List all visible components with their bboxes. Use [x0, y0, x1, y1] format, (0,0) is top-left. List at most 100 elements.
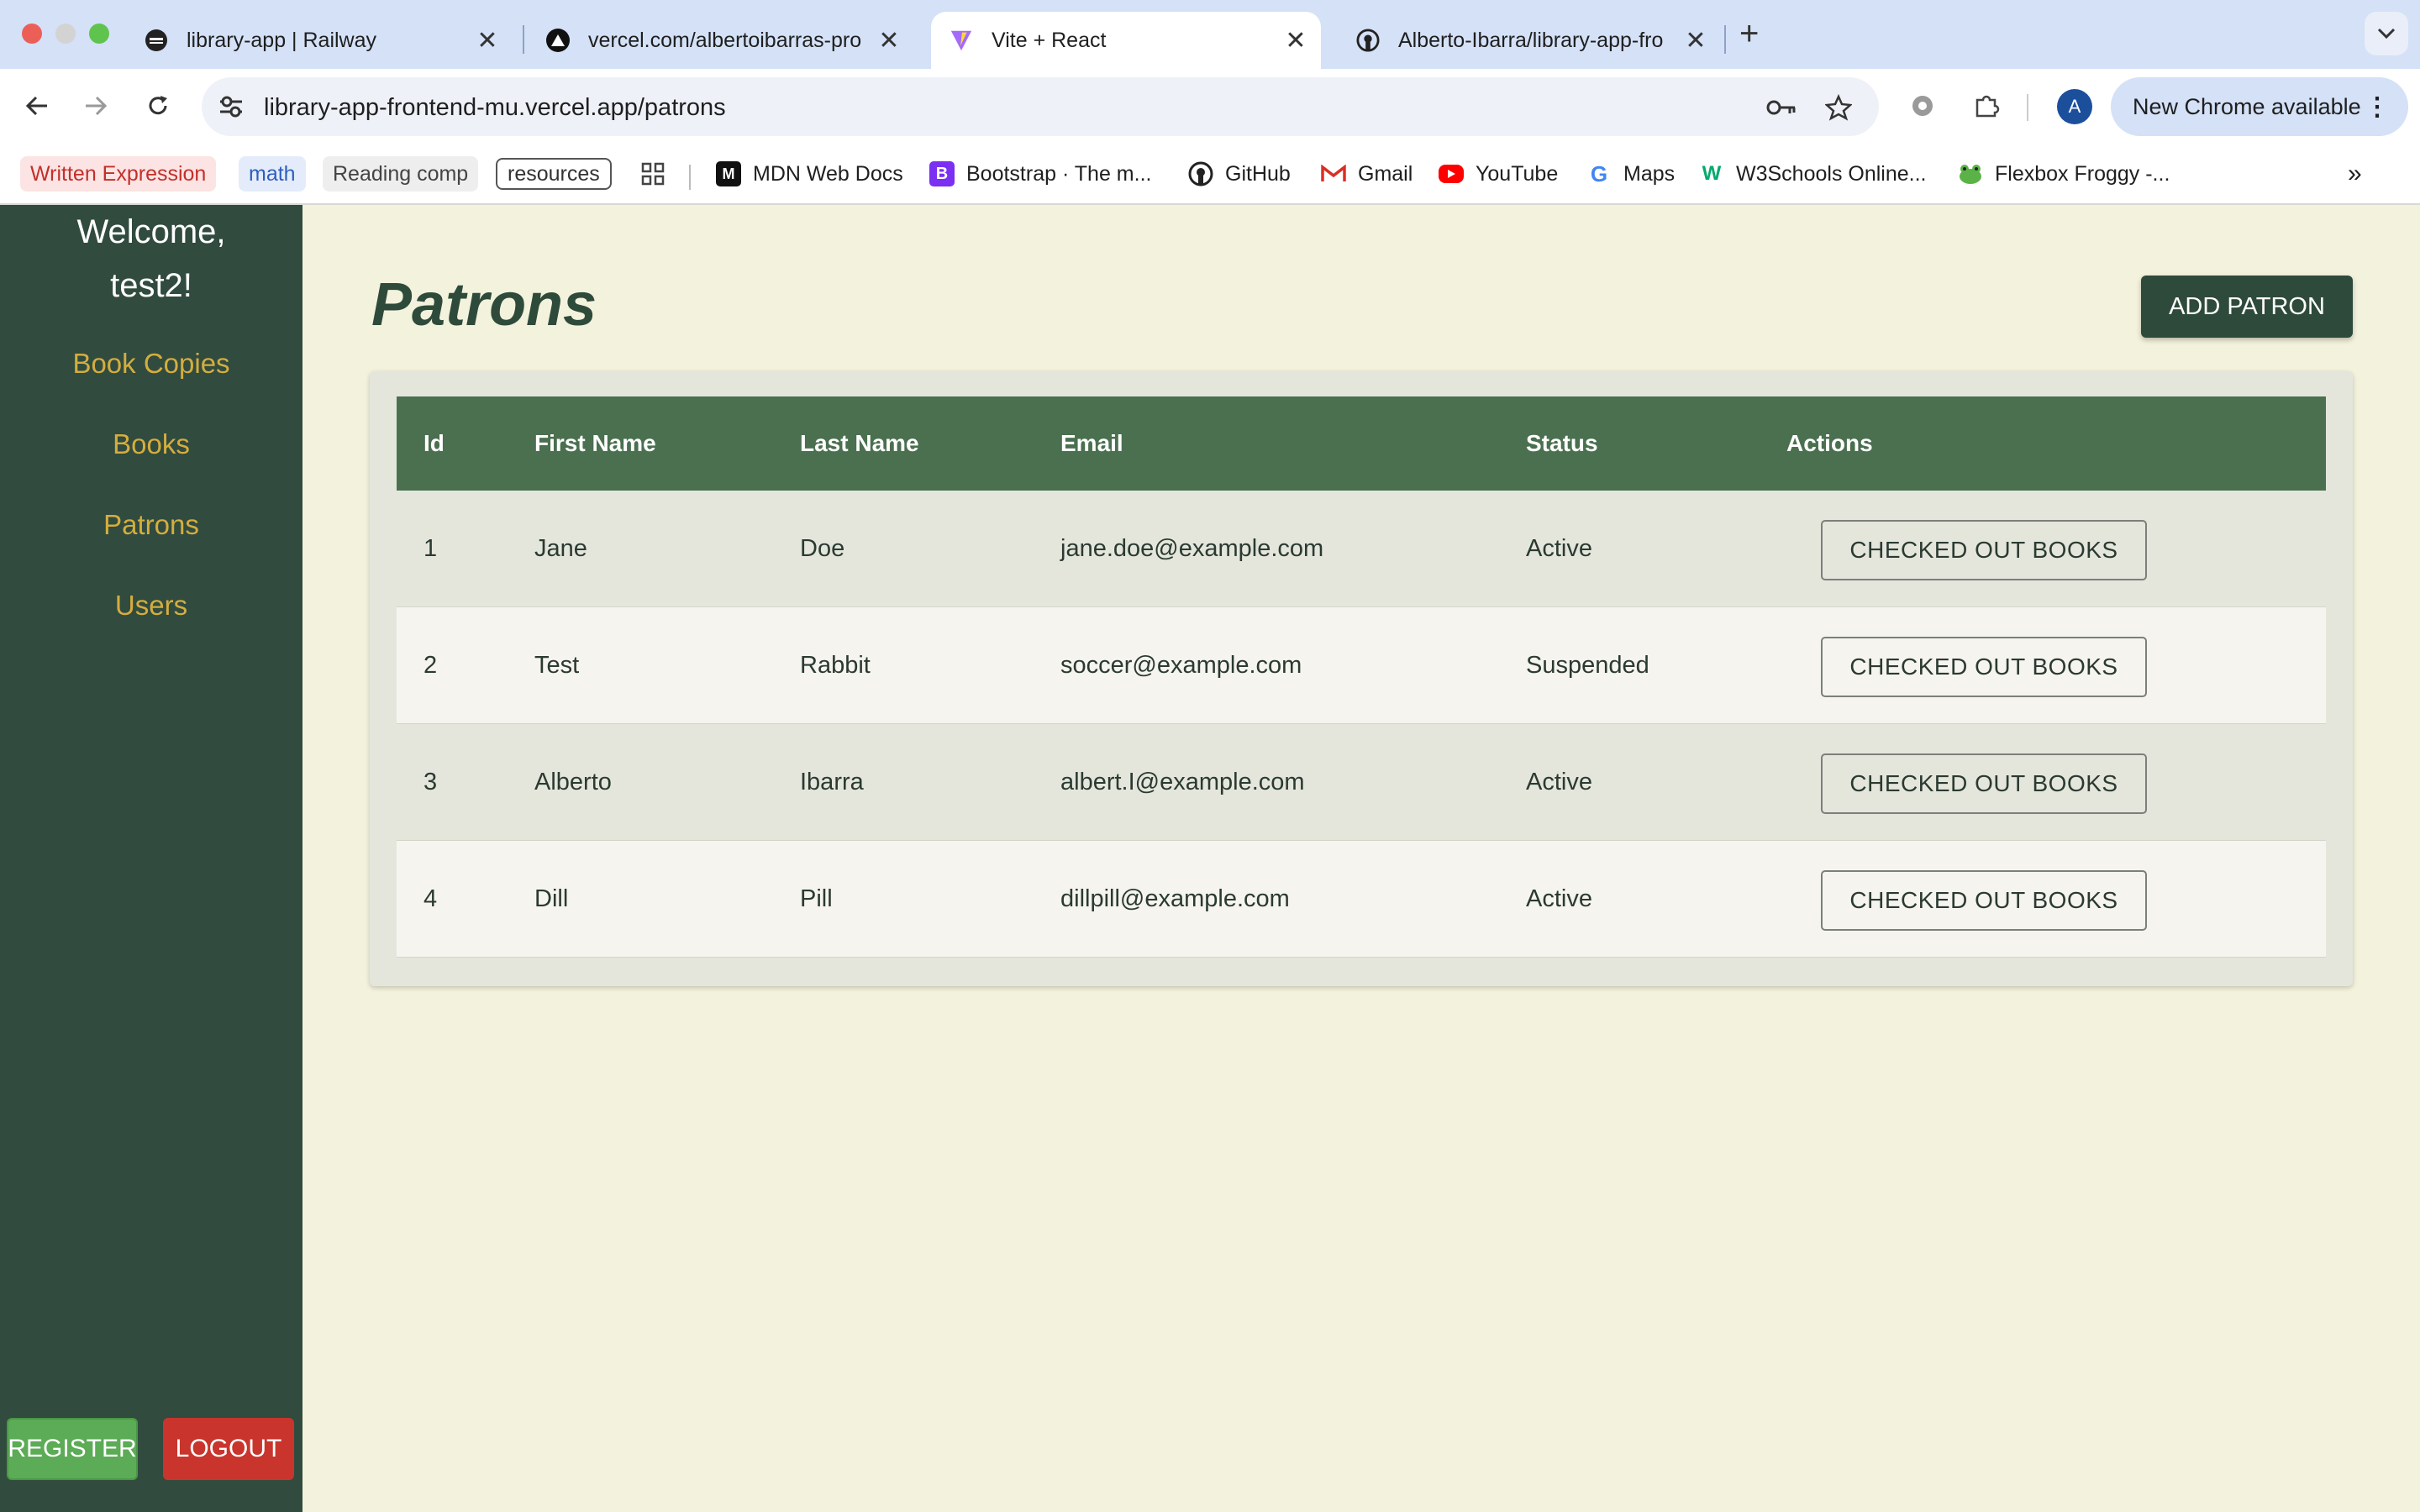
more-bookmarks-chevron-icon[interactable]: »: [2348, 156, 2362, 192]
bookmark-folder-written-expression[interactable]: Written Expression: [20, 156, 217, 192]
browser-tab-railway[interactable]: library-app | Railway ✕: [126, 12, 513, 69]
google-icon: G: [1590, 160, 1608, 186]
bookmark-mdn[interactable]: M MDN Web Docs: [716, 156, 903, 192]
checked-out-books-button[interactable]: CHECKED OUT BOOKS: [1821, 637, 2147, 697]
close-icon[interactable]: ✕: [474, 26, 501, 55]
extensions-puzzle-icon[interactable]: [1968, 87, 2005, 124]
checked-out-books-button[interactable]: CHECKED OUT BOOKS: [1821, 753, 2147, 814]
cell-id: 1: [424, 535, 438, 562]
logout-button[interactable]: LOGOUT: [163, 1418, 294, 1480]
url-host: library-app-frontend-mu.vercel.app: [264, 94, 638, 121]
apps-grid-icon[interactable]: [640, 156, 666, 192]
update-label: New Chrome available: [2133, 93, 2361, 119]
cell-status: Active: [1526, 535, 1592, 562]
cell-email: albert.I@example.com: [1060, 769, 1305, 795]
toolbar-separator: [2027, 94, 2028, 121]
register-button[interactable]: REGISTER: [7, 1418, 138, 1480]
back-arrow-icon[interactable]: [15, 84, 59, 128]
cell-first-name: Alberto: [534, 769, 612, 795]
bookmark-folder-math[interactable]: math: [239, 156, 306, 192]
table-row: 2 Test Rabbit soccer@example.com Suspend…: [397, 607, 2326, 724]
bookmark-flexbox-froggy[interactable]: Flexbox Froggy -...: [1958, 156, 2170, 192]
more-menu-icon[interactable]: ⋮: [2365, 92, 2390, 122]
vite-icon: [950, 29, 973, 52]
browser-tab-github[interactable]: Alberto-Ibarra/library-app-fro ✕: [1338, 12, 1721, 69]
sidebar: Welcome, test2! Book Copies Books Patron…: [0, 205, 302, 1512]
welcome-message: Welcome, test2!: [0, 205, 302, 312]
sidebar-item-users[interactable]: Users: [0, 590, 302, 622]
close-icon[interactable]: ✕: [1682, 26, 1709, 55]
bookmark-bootstrap[interactable]: B Bootstrap · The m...: [929, 156, 1151, 192]
forward-arrow-icon[interactable]: [74, 84, 118, 128]
cell-id: 4: [424, 885, 438, 912]
bookmark-label: Bootstrap · The m...: [966, 161, 1152, 186]
cell-status: Active: [1526, 769, 1592, 795]
browser-toolbar: library-app-frontend-mu.vercel.app/patro…: [0, 69, 2420, 146]
bookmark-w3schools[interactable]: W W3Schools Online...: [1699, 156, 1927, 192]
profile-avatar[interactable]: A: [2057, 89, 2092, 124]
bookmarks-separator: [689, 165, 691, 190]
w3schools-icon: W: [1702, 162, 1722, 185]
cell-first-name: Dill: [534, 885, 569, 912]
bookmark-folder-reading-comp[interactable]: Reading comp: [323, 156, 479, 192]
sidebar-item-book-copies[interactable]: Book Copies: [0, 348, 302, 380]
extension-icon[interactable]: [1904, 87, 1941, 124]
bookmark-label: Flexbox Froggy -...: [1995, 161, 2170, 186]
sidebar-item-patrons[interactable]: Patrons: [0, 509, 302, 541]
close-icon[interactable]: ✕: [876, 26, 902, 55]
welcome-line: Welcome,: [76, 213, 226, 250]
tab-separator: [1724, 25, 1726, 54]
window-minimize-button[interactable]: [55, 24, 76, 44]
cell-id: 2: [424, 652, 438, 679]
close-icon[interactable]: ✕: [1282, 26, 1309, 55]
cell-email: soccer@example.com: [1060, 652, 1302, 679]
new-chrome-available-button[interactable]: New Chrome available ⋮: [2111, 77, 2408, 136]
browser-tab-strip: library-app | Railway ✕ vercel.com/alber…: [0, 0, 2420, 69]
bookmarks-bar: Written Expression math Reading comp res…: [0, 146, 2420, 205]
new-tab-plus-icon[interactable]: +: [1739, 15, 1759, 53]
bookmark-github[interactable]: GitHub: [1188, 156, 1291, 192]
table-row: 3 Alberto Ibarra albert.I@example.com Ac…: [397, 724, 2326, 841]
bookmark-maps[interactable]: G Maps: [1586, 156, 1675, 192]
bookmark-youtube[interactable]: YouTube: [1439, 156, 1558, 192]
window-close-button[interactable]: [22, 24, 42, 44]
railway-icon: [145, 29, 168, 52]
reload-icon[interactable]: [136, 84, 180, 128]
patrons-table-card: Id First Name Last Name Email Status Act…: [370, 371, 2353, 986]
key-icon[interactable]: [1766, 92, 1797, 123]
cell-status: Suspended: [1526, 652, 1649, 679]
page-title: Patrons: [371, 271, 597, 339]
youtube-icon: [1439, 165, 1464, 183]
welcome-username: test2!: [110, 267, 192, 304]
window-zoom-button[interactable]: [89, 24, 109, 44]
checked-out-books-button[interactable]: CHECKED OUT BOOKS: [1821, 520, 2147, 580]
bookmark-label: Gmail: [1358, 161, 1413, 186]
add-patron-button[interactable]: ADD PATRON: [2141, 276, 2353, 338]
bookmark-folder-resources[interactable]: resources: [496, 158, 612, 190]
cell-first-name: Test: [534, 652, 580, 679]
bookmark-label: GitHub: [1225, 161, 1291, 186]
cell-id: 3: [424, 769, 438, 795]
address-bar[interactable]: library-app-frontend-mu.vercel.app/patro…: [202, 77, 1879, 136]
bookmark-gmail[interactable]: Gmail: [1321, 156, 1413, 192]
mdn-icon: M: [716, 161, 741, 186]
browser-tab-vercel[interactable]: vercel.com/albertoibarras-pro ✕: [528, 12, 914, 69]
cell-first-name: Jane: [534, 535, 587, 562]
cell-last-name: Pill: [800, 885, 833, 912]
tab-title: library-app | Railway: [187, 28, 377, 52]
vercel-icon: [546, 29, 570, 52]
cell-email: jane.doe@example.com: [1060, 535, 1324, 562]
tab-search-chevron-icon[interactable]: [2365, 12, 2408, 55]
address-url: library-app-frontend-mu.vercel.app/patro…: [264, 94, 726, 122]
site-settings-icon[interactable]: [217, 92, 245, 121]
checked-out-books-button[interactable]: CHECKED OUT BOOKS: [1821, 870, 2147, 931]
bookmark-star-icon[interactable]: [1823, 92, 1854, 123]
cell-last-name: Rabbit: [800, 652, 871, 679]
sidebar-item-books[interactable]: Books: [0, 428, 302, 460]
bookmark-label: MDN Web Docs: [753, 161, 903, 186]
browser-tab-vite-react[interactable]: Vite + React ✕: [931, 12, 1321, 69]
tab-title: vercel.com/albertoibarras-pro: [588, 28, 862, 52]
tab-title: Vite + React: [992, 28, 1107, 52]
frog-icon: [1958, 161, 1983, 186]
github-icon: [1356, 29, 1380, 52]
